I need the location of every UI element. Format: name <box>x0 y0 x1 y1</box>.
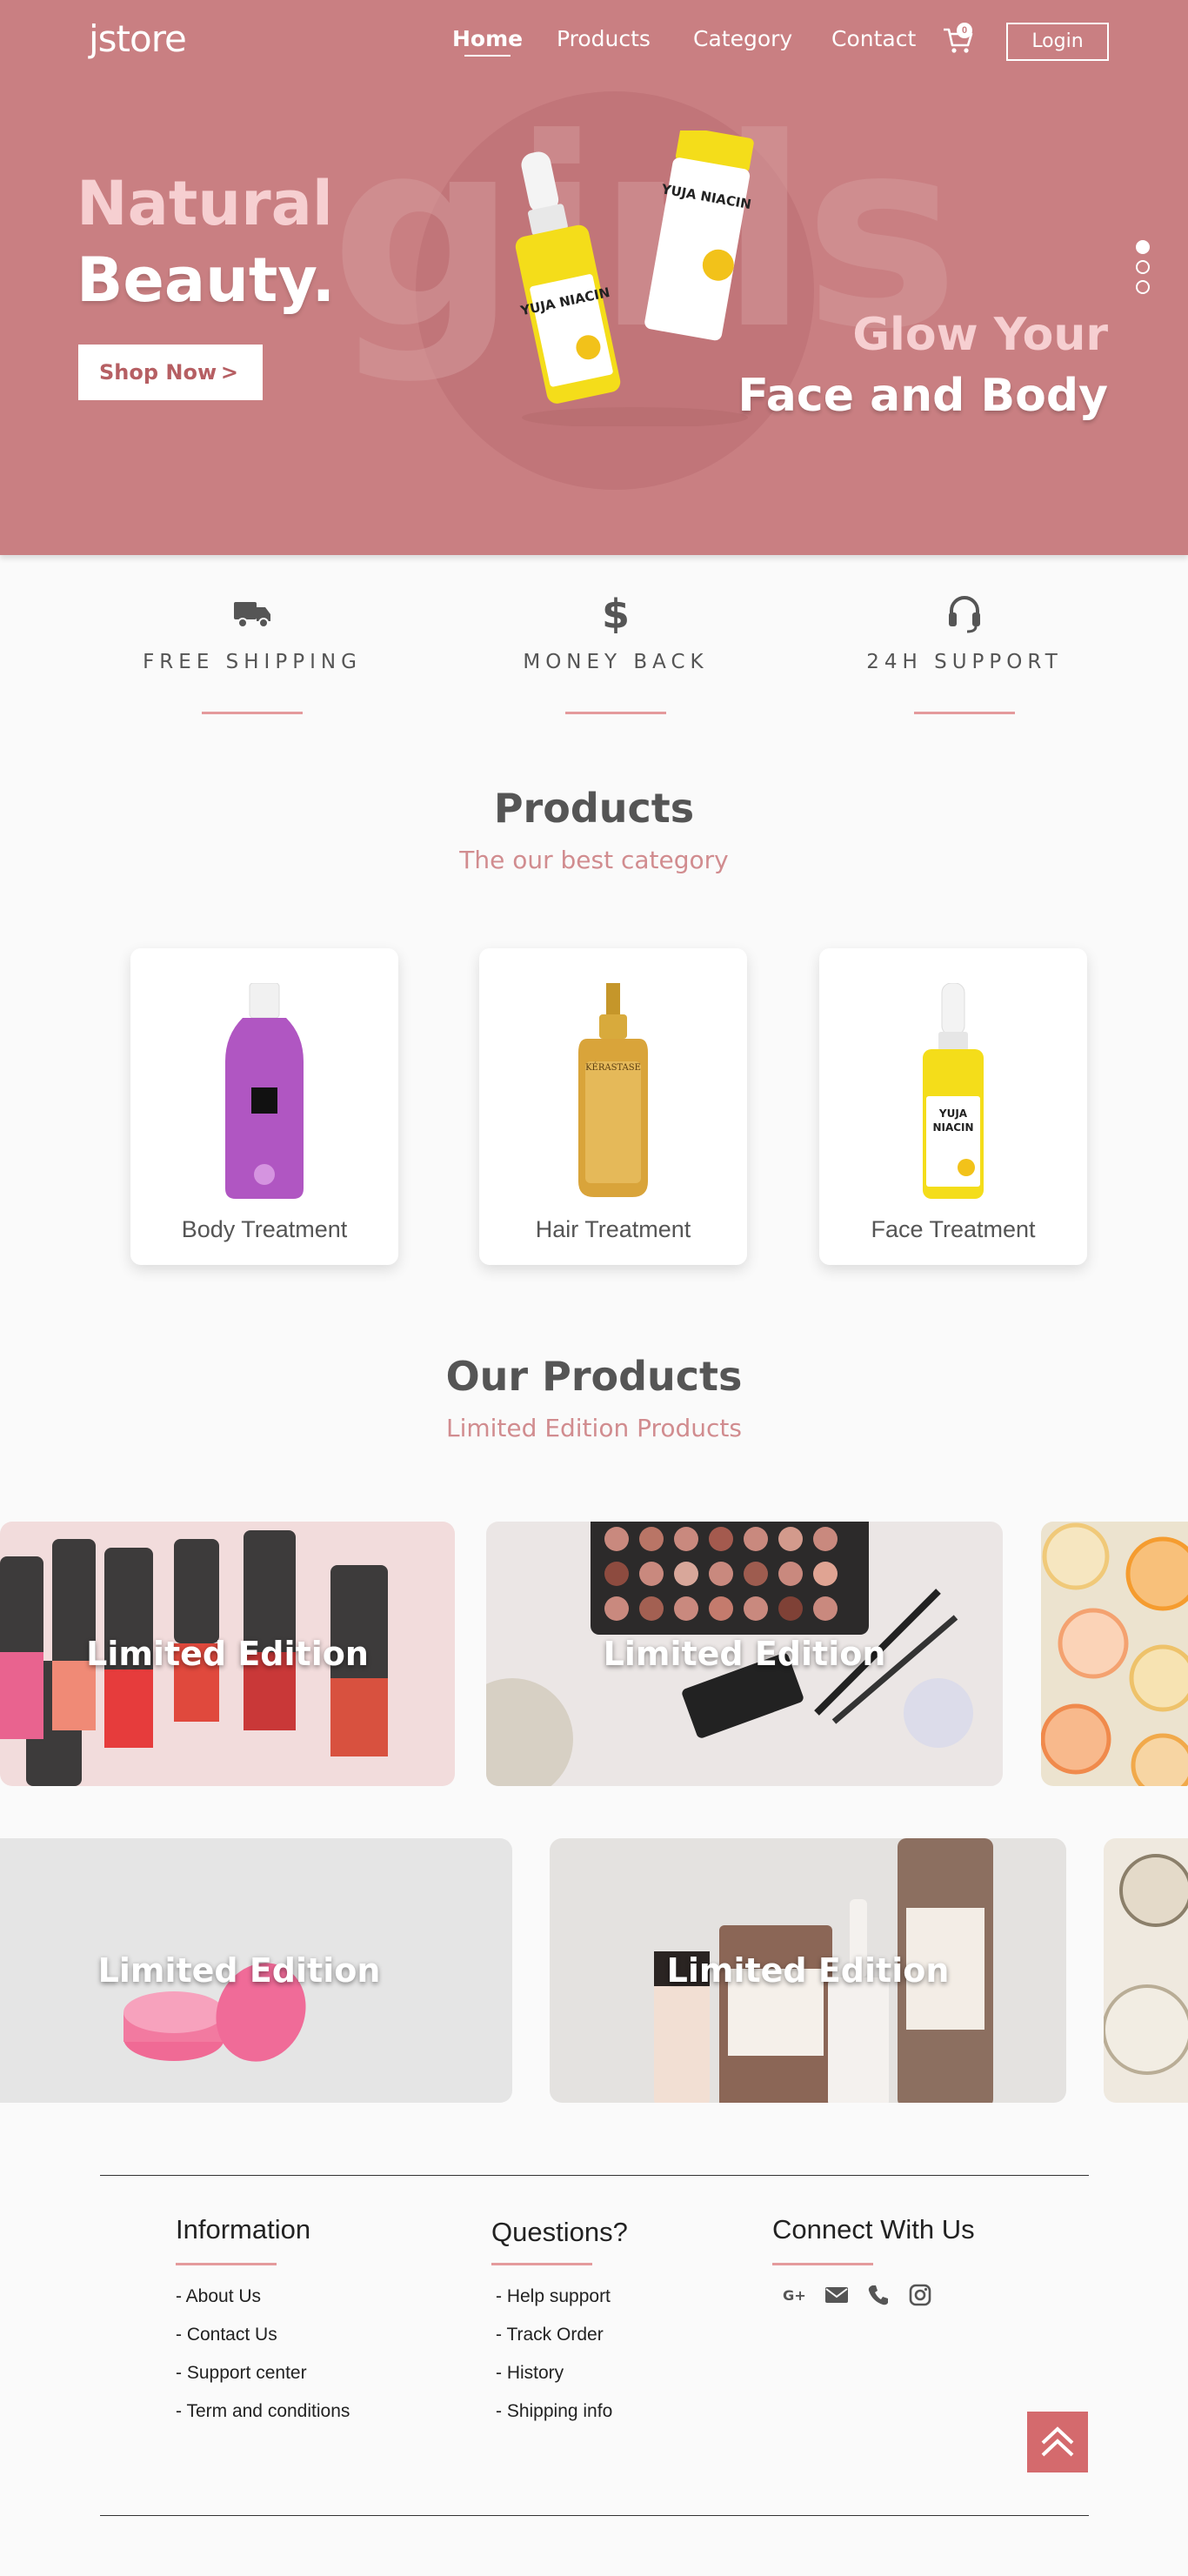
svg-text:G+: G+ <box>783 2287 806 2304</box>
dollar-icon: $ <box>603 593 629 633</box>
products-section-subtitle: The our best category <box>459 846 729 874</box>
headset-icon <box>949 596 980 633</box>
nav-home[interactable]: Home <box>452 26 523 57</box>
footer-underline <box>491 2263 592 2265</box>
nav-products[interactable]: Products <box>557 26 651 51</box>
footer-link-track[interactable]: - Track Order <box>491 2325 628 2363</box>
footer-link-about[interactable]: - About Us <box>176 2286 350 2325</box>
feature-24h-support: 24H SUPPORT <box>834 592 1095 714</box>
svg-text:YUJA: YUJA <box>938 1107 968 1120</box>
truck-icon <box>234 602 270 628</box>
instagram-icon[interactable] <box>908 2283 932 2307</box>
product-tile-lipgloss[interactable]: Limited Edition <box>0 1522 455 1786</box>
hero-product-image: YUJA NIACIN YUJA NIACIN <box>515 130 754 426</box>
double-chevron-up-icon <box>1041 2426 1074 2457</box>
footer-link-shipping[interactable]: - Shipping info <box>491 2401 628 2439</box>
cart-count-badge: 0 <box>957 23 972 38</box>
category-name: Hair Treatment <box>535 1216 691 1242</box>
google-plus-icon[interactable]: G+ <box>783 2283 807 2307</box>
footer-connect-column: Connect With Us G+ <box>772 2214 975 2307</box>
footer-bottom-divider <box>100 2515 1089 2516</box>
brand-logo[interactable]: jstore <box>89 17 187 60</box>
product-tile-lipbalm[interactable]: Limited Edition <box>0 1838 512 2103</box>
svg-text:$: $ <box>603 593 629 633</box>
body-treatment-image <box>225 983 304 1199</box>
scroll-to-top-button[interactable] <box>1027 2412 1088 2472</box>
footer-top-divider <box>100 2175 1089 2176</box>
footer-info-column: Information - About Us - Contact Us - Su… <box>176 2214 350 2439</box>
tile-caption: Limited Edition <box>603 1635 886 1673</box>
our-products-title: Our Products <box>445 1353 743 1400</box>
category-card-hair[interactable]: KÉRASTASE Hair Treatment <box>479 948 747 1265</box>
feature-free-shipping: FREE SHIPPING <box>122 592 383 714</box>
hero-title-line1: Natural <box>77 168 333 239</box>
svg-text:KÉRASTASE: KÉRASTASE <box>585 1062 641 1073</box>
tile-caption: Limited Edition <box>97 1951 381 1990</box>
face-treatment-image: YUJA NIACIN <box>923 983 984 1199</box>
footer-questions-title: Questions? <box>491 2217 628 2247</box>
tile-caption: Limited Edition <box>666 1951 950 1990</box>
footer-questions-column: Questions? - Help support - Track Order … <box>491 2217 628 2439</box>
phone-icon[interactable] <box>866 2283 891 2307</box>
feature-underline <box>914 712 1015 714</box>
footer-link-support[interactable]: - Support center <box>176 2363 350 2401</box>
slider-dot-3[interactable] <box>1136 280 1150 294</box>
category-name: Body Treatment <box>181 1216 348 1242</box>
shop-now-button[interactable]: Shop Now > <box>78 345 263 400</box>
category-card-body[interactable]: Body Treatment <box>130 948 398 1265</box>
footer-link-contact[interactable]: - Contact Us <box>176 2325 350 2363</box>
hero-tagline-line2: Face and Body <box>737 370 1108 422</box>
svg-text:NIACIN: NIACIN <box>932 1121 973 1134</box>
feature-money-back: $ MONEY BACK <box>485 592 746 714</box>
feature-label: MONEY BACK <box>523 651 709 673</box>
feature-underline <box>565 712 666 714</box>
chevron-right-icon: > <box>220 360 238 385</box>
footer-link-history[interactable]: - History <box>491 2363 628 2401</box>
product-tile-palette[interactable]: Limited Edition <box>486 1522 1003 1786</box>
footer-link-help[interactable]: - Help support <box>491 2286 628 2325</box>
product-tile-ordinary[interactable]: Limited Edition <box>550 1838 1066 2103</box>
slider-dot-1[interactable] <box>1136 240 1150 254</box>
feature-label: FREE SHIPPING <box>143 651 362 673</box>
hero-title: Natural Beauty. <box>77 165 335 318</box>
nav-category[interactable]: Category <box>693 26 792 51</box>
category-name: Face Treatment <box>871 1216 1036 1242</box>
nav-contact[interactable]: Contact <box>831 26 916 51</box>
feature-label: 24H SUPPORT <box>866 651 1063 673</box>
hero-tagline: Glow Your Face and Body <box>737 304 1108 426</box>
shop-now-label: Shop Now <box>99 360 217 385</box>
feature-underline <box>202 712 303 714</box>
envelope-icon[interactable] <box>824 2283 849 2307</box>
category-card-face[interactable]: YUJA NIACIN Face Treatment <box>819 948 1087 1265</box>
citrus-image <box>1041 1522 1188 1786</box>
our-products-subtitle: Limited Edition Products <box>446 1414 742 1442</box>
product-tile-citrus[interactable] <box>1041 1522 1188 1786</box>
slider-dots <box>1136 240 1150 300</box>
hero-title-line2: Beauty. <box>77 244 336 316</box>
products-section-title: Products <box>493 785 695 832</box>
social-links: G+ <box>783 2283 975 2307</box>
hair-treatment-image: KÉRASTASE <box>578 983 648 1197</box>
footer-link-terms[interactable]: - Term and conditions <box>176 2401 350 2439</box>
hero-tagline-line1: Glow Your <box>852 309 1108 361</box>
footer-underline <box>176 2263 277 2265</box>
footer-info-title: Information <box>176 2214 311 2245</box>
login-button[interactable]: Login <box>1006 23 1109 61</box>
slider-dot-2[interactable] <box>1136 260 1150 274</box>
tile-caption: Limited Edition <box>86 1635 369 1673</box>
candles-image <box>1104 1854 1188 2075</box>
footer-underline <box>772 2263 873 2265</box>
product-tile-candles[interactable] <box>1104 1838 1188 2103</box>
hero-banner: girls jstore Home Products Category Cont… <box>0 0 1188 555</box>
footer-connect-title: Connect With Us <box>772 2214 975 2245</box>
